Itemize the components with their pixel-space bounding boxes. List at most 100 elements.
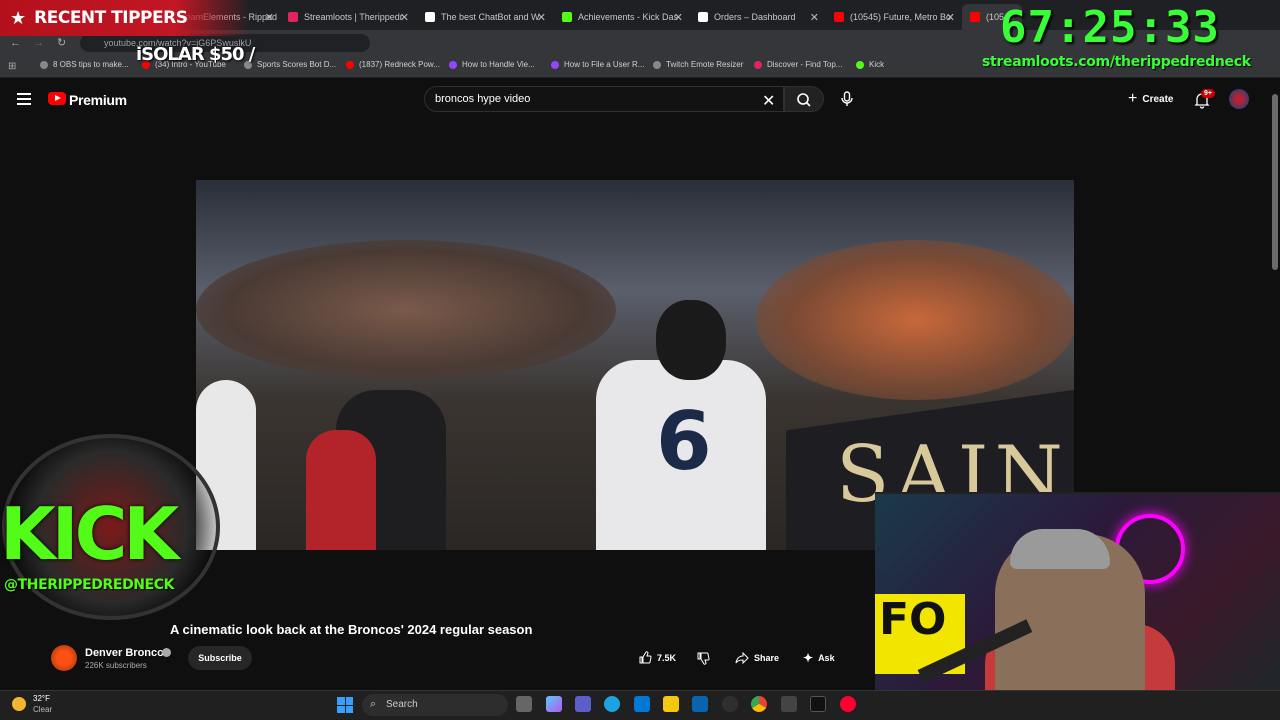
create-label: Create bbox=[1142, 93, 1174, 105]
notification-badge: 9+ bbox=[1201, 89, 1215, 98]
bookmark-item[interactable]: (1837) Redneck Pow... bbox=[346, 60, 440, 69]
bookmark-label: 8 OBS tips to make... bbox=[53, 60, 129, 69]
close-tab-icon[interactable]: ✕ bbox=[537, 11, 546, 24]
share-button[interactable]: Share bbox=[735, 646, 779, 670]
close-tab-icon[interactable]: ✕ bbox=[400, 11, 409, 24]
channel-name[interactable]: Denver Broncos bbox=[85, 647, 170, 659]
back-icon[interactable]: ← bbox=[10, 37, 21, 49]
teams-icon[interactable] bbox=[575, 696, 591, 712]
youtube-music-icon[interactable] bbox=[840, 696, 856, 712]
bookmark-item[interactable]: Sports Scores Bot D... bbox=[244, 60, 336, 69]
search-icon bbox=[797, 93, 811, 107]
browser-tab[interactable]: The best ChatBot and W ✕ bbox=[417, 4, 552, 30]
close-tab-icon[interactable]: ✕ bbox=[674, 11, 683, 24]
kick-logo-text: KICK bbox=[0, 492, 179, 576]
verified-check-icon bbox=[162, 648, 171, 657]
youtube-premium-label: Premium bbox=[69, 92, 127, 108]
like-button[interactable]: 7.5K bbox=[638, 646, 676, 670]
tab-label: The best ChatBot and W bbox=[441, 12, 540, 22]
thumbs-up-icon bbox=[639, 651, 652, 664]
ask-button[interactable]: ✦ Ask bbox=[803, 646, 835, 670]
weather-moon-icon[interactable] bbox=[12, 697, 26, 711]
scrollbar-thumb[interactable] bbox=[1272, 94, 1278, 270]
bookmark-item[interactable]: Discover - Find Top... bbox=[754, 60, 842, 69]
search-button[interactable] bbox=[784, 86, 824, 112]
sparkle-icon: ✦ bbox=[803, 651, 814, 665]
recent-tippers-title: RECENT TIPPERS bbox=[34, 8, 188, 28]
tab-favicon-icon bbox=[834, 12, 844, 22]
browser-tab[interactable]: Orders – Dashboard ✕ bbox=[690, 4, 825, 30]
browser-tab[interactable]: Streamloots | Therippedr ✕ bbox=[280, 4, 415, 30]
thumbs-down-icon bbox=[697, 652, 710, 665]
youtube-logo-icon[interactable] bbox=[48, 92, 66, 105]
recent-tippers-banner: ★ RECENT TIPPERS bbox=[0, 0, 250, 36]
bookmark-favicon-icon bbox=[449, 60, 457, 69]
browser-tab[interactable]: Achievements - Kick Das ✕ bbox=[554, 4, 689, 30]
forward-icon[interactable]: → bbox=[33, 37, 44, 49]
bookmark-favicon-icon bbox=[754, 60, 762, 69]
bookmark-label: How to Handle Vie... bbox=[462, 60, 535, 69]
share-arrow-icon bbox=[735, 651, 749, 665]
weather-condition[interactable]: Clear bbox=[33, 705, 52, 714]
bookmark-label: (1837) Redneck Pow... bbox=[359, 60, 440, 69]
chrome-icon[interactable] bbox=[751, 696, 767, 712]
voice-search-button[interactable] bbox=[834, 86, 860, 112]
star-icon: ★ bbox=[10, 7, 27, 28]
search-input[interactable]: broncos hype video bbox=[424, 86, 784, 112]
streamer-hat bbox=[1010, 529, 1110, 569]
terminal-icon[interactable] bbox=[810, 696, 826, 712]
bookmark-item[interactable]: Kick bbox=[856, 60, 884, 69]
folder-icon[interactable] bbox=[663, 696, 679, 712]
taskbar-search[interactable]: Search bbox=[362, 694, 508, 716]
tab-favicon-icon bbox=[288, 12, 298, 22]
bookmark-item[interactable]: How to File a User R... bbox=[551, 60, 644, 69]
fans-image bbox=[756, 240, 1074, 400]
webcam-overlay: FO bbox=[875, 492, 1280, 720]
reload-icon[interactable]: ↻ bbox=[57, 36, 66, 49]
close-tab-icon[interactable]: ✕ bbox=[946, 11, 955, 24]
file-explorer-icon[interactable] bbox=[516, 696, 532, 712]
channel-avatar[interactable] bbox=[51, 645, 77, 671]
bookmark-item[interactable]: 8 OBS tips to make... bbox=[40, 60, 129, 69]
account-avatar[interactable] bbox=[1229, 89, 1249, 109]
bookmark-label: Sports Scores Bot D... bbox=[257, 60, 337, 69]
bookmark-label: Twitch Emote Resizer bbox=[666, 60, 744, 69]
bookmark-label: How to File a User R... bbox=[564, 60, 645, 69]
tab-favicon-icon bbox=[970, 12, 980, 22]
tab-favicon-icon bbox=[425, 12, 435, 22]
windows-start-icon[interactable] bbox=[337, 697, 353, 713]
apps-grid-icon[interactable]: ⊞ bbox=[8, 61, 16, 72]
subscribe-button[interactable]: Subscribe bbox=[188, 646, 252, 670]
microphone-icon bbox=[841, 91, 853, 106]
bookmark-label: Discover - Find Top... bbox=[767, 60, 843, 69]
create-button[interactable]: + Create bbox=[1118, 86, 1183, 112]
edge-icon[interactable] bbox=[604, 696, 620, 712]
like-count: 7.5K bbox=[657, 653, 677, 663]
hamburger-menu-icon[interactable] bbox=[17, 93, 31, 105]
browser-tab[interactable]: (10545) Future, Metro Bo ✕ bbox=[826, 4, 961, 30]
player-head bbox=[656, 300, 726, 380]
bookmark-favicon-icon bbox=[653, 60, 661, 69]
store-icon[interactable] bbox=[634, 696, 650, 712]
bookmark-item[interactable]: Twitch Emote Resizer bbox=[653, 60, 743, 69]
tab-label: Orders – Dashboard bbox=[714, 12, 796, 22]
plus-icon: + bbox=[1128, 90, 1138, 107]
close-tab-icon[interactable]: ✕ bbox=[810, 11, 819, 24]
bookmark-item[interactable]: How to Handle Vie... bbox=[449, 60, 535, 69]
bookmark-label: Kick bbox=[869, 60, 885, 69]
staff-silhouette bbox=[306, 430, 376, 550]
tab-label: Streamloots | Therippedr bbox=[304, 12, 403, 22]
capcut-icon[interactable] bbox=[781, 696, 797, 712]
video-title: A cinematic look back at the Broncos' 20… bbox=[170, 622, 533, 637]
tab-label: Achievements - Kick Das bbox=[578, 12, 679, 22]
weather-temperature[interactable]: 32°F bbox=[33, 694, 50, 703]
copilot-icon[interactable] bbox=[546, 696, 562, 712]
bookmark-favicon-icon bbox=[551, 60, 559, 69]
outlook-icon[interactable] bbox=[692, 696, 708, 712]
obs-icon[interactable] bbox=[722, 696, 738, 712]
tab-label: (10545) Future, Metro Bo bbox=[850, 12, 952, 22]
recent-tipper-entry: iSOLAR $50 / bbox=[136, 44, 255, 65]
clear-search-icon[interactable]: ✕ bbox=[762, 91, 775, 111]
close-tab-icon[interactable]: ✕ bbox=[265, 11, 274, 24]
dislike-button[interactable] bbox=[696, 646, 710, 670]
